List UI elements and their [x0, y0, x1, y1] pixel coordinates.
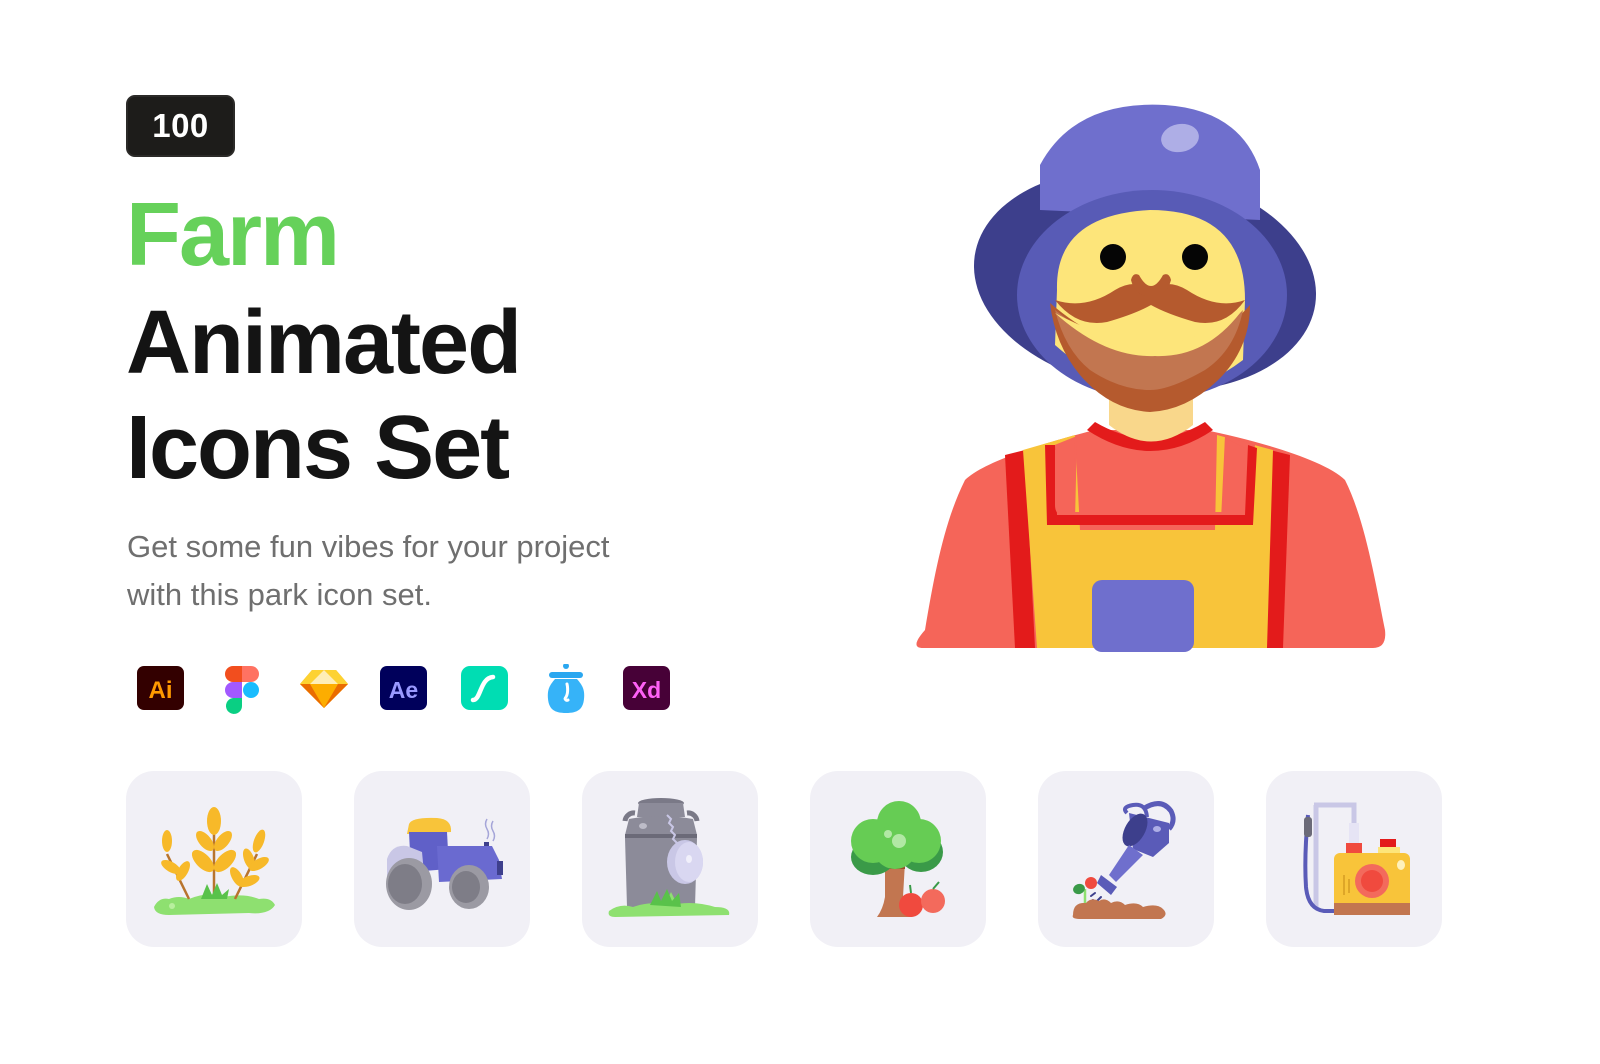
apple-tree-icon	[851, 800, 945, 917]
svg-text:Ae: Ae	[389, 677, 418, 703]
xd-icon: Xd	[623, 664, 704, 712]
lottie-icon	[461, 664, 542, 712]
wheat-tile	[126, 771, 302, 947]
tool-icons-row: Ai Ae Xd	[137, 664, 704, 714]
milk-can-icon	[608, 797, 730, 917]
wheat-icon	[154, 807, 275, 915]
apple-tree-tile	[810, 771, 986, 947]
count-badge-label: 100	[152, 107, 209, 144]
subtitle-line-1: Get some fun vibes for your project	[127, 529, 610, 564]
svg-text:Xd: Xd	[632, 677, 661, 703]
tractor-tile	[354, 771, 530, 947]
title-line-1: Animated	[126, 293, 522, 393]
title-highlight: Farm	[126, 185, 340, 285]
count-badge: 100	[126, 95, 235, 157]
subtitle-line-2: with this park icon set.	[127, 577, 432, 612]
watering-can-tile	[1038, 771, 1214, 947]
svg-text:Ai: Ai	[149, 677, 173, 704]
milk-can-tile	[582, 771, 758, 947]
tractor-icon	[386, 817, 503, 910]
subtitle: Get some fun vibes for your project with…	[127, 523, 687, 619]
sprayer-tile	[1266, 771, 1442, 947]
illustrator-icon: Ai	[137, 664, 218, 712]
iconjar-icon	[542, 664, 623, 713]
after-effects-icon: Ae	[380, 664, 461, 712]
farmer-icon	[905, 100, 1395, 657]
title-line-2: Icons Set	[126, 398, 510, 498]
watering-can-icon	[1072, 800, 1176, 919]
sketch-icon	[299, 664, 380, 712]
figma-icon	[218, 664, 299, 714]
sprayer-icon	[1303, 802, 1410, 915]
preview-icons-row	[126, 771, 1442, 947]
